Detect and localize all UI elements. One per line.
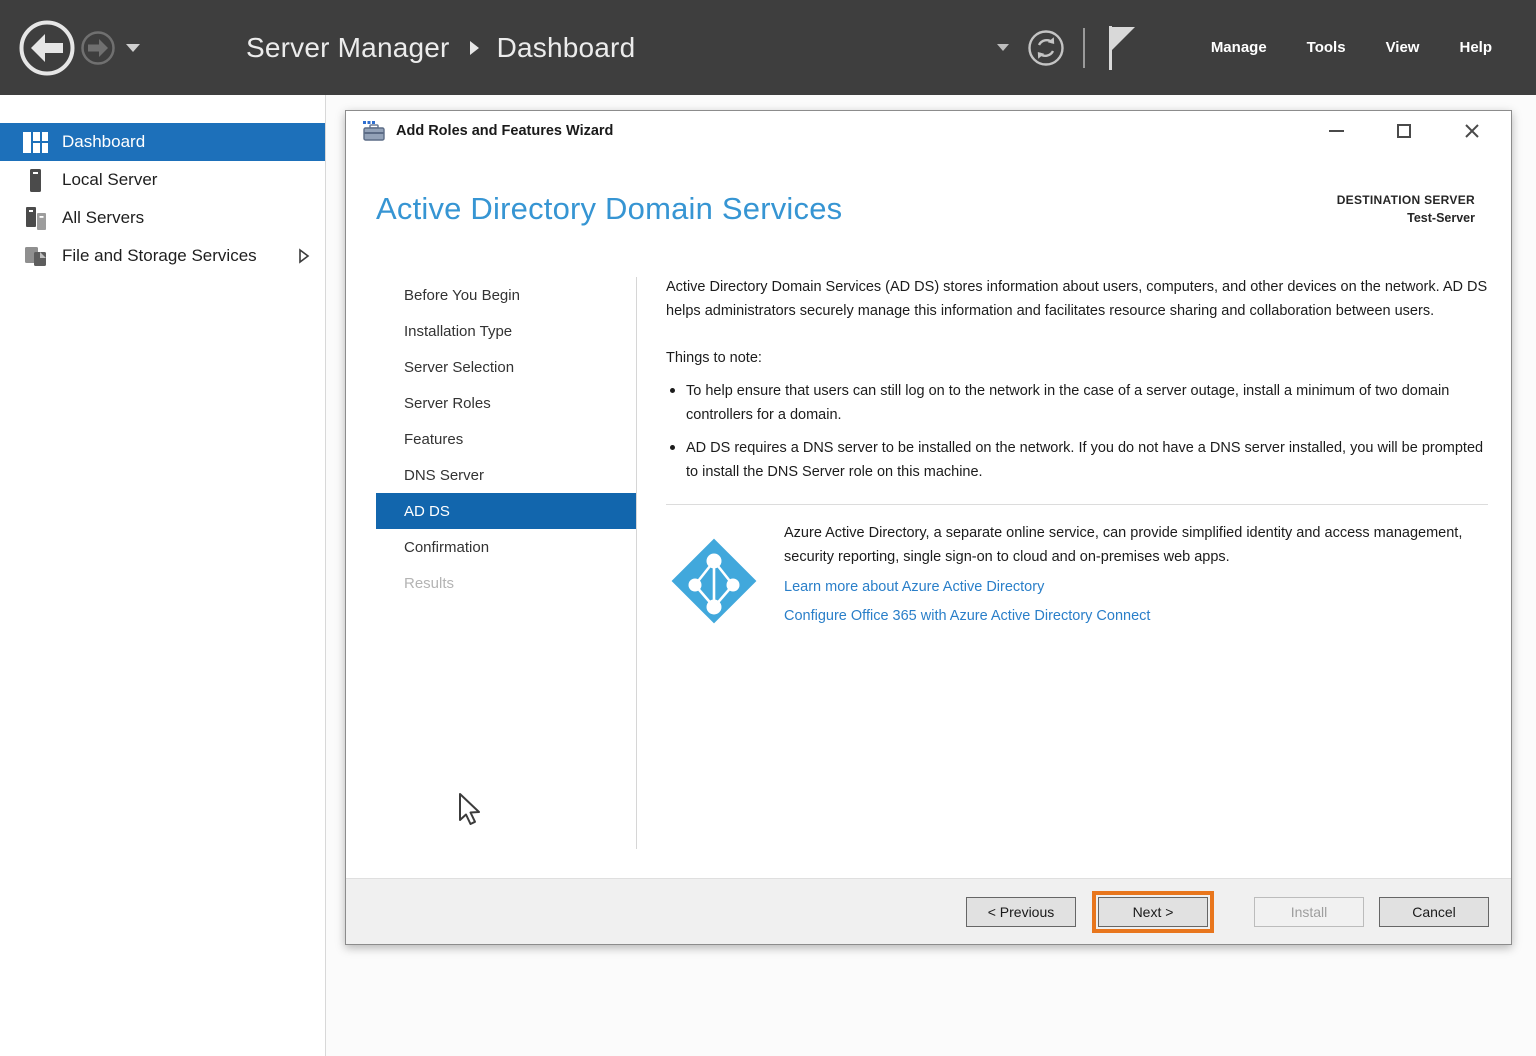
- step-dns-server[interactable]: DNS Server: [376, 457, 636, 493]
- sidebar-item-dashboard[interactable]: Dashboard: [0, 123, 325, 161]
- breadcrumb: Server Manager Dashboard: [246, 32, 635, 64]
- sidebar-item-file-storage-services[interactable]: File and Storage Services: [0, 237, 325, 275]
- content-divider: [666, 504, 1488, 505]
- things-to-note-heading: Things to note:: [666, 346, 1488, 370]
- dialog-footer: < Previous Next > Install Cancel: [346, 878, 1511, 944]
- window-controls: [1285, 116, 1511, 146]
- destination-server-name: Test-Server: [1337, 211, 1475, 225]
- wizard-steps: Before You Begin Installation Type Serve…: [376, 277, 636, 601]
- sidebar-item-local-server[interactable]: Local Server: [0, 161, 325, 199]
- breadcrumb-current: Dashboard: [497, 32, 636, 64]
- minimize-icon[interactable]: [1319, 116, 1353, 146]
- intro-paragraph: Active Directory Domain Services (AD DS)…: [666, 275, 1488, 323]
- step-features[interactable]: Features: [376, 421, 636, 457]
- sidebar: Dashboard Local Server All Servers: [0, 95, 326, 1056]
- topbar-right: Manage Tools View Help: [997, 24, 1536, 72]
- server-manager-screen: Server Manager Dashboard Manage Tools Vi: [0, 0, 1536, 1056]
- sidebar-item-all-servers[interactable]: All Servers: [0, 199, 325, 237]
- next-button-highlight: Next >: [1092, 891, 1214, 933]
- back-icon[interactable]: [18, 19, 76, 77]
- destination-server-label: DESTINATION SERVER: [1337, 193, 1475, 207]
- dialog-body: Before You Begin Installation Type Serve…: [346, 269, 1511, 878]
- destination-server-block: DESTINATION SERVER Test-Server: [1337, 193, 1475, 225]
- sidebar-item-label: Local Server: [62, 170, 157, 190]
- sidebar-item-label: File and Storage Services: [62, 246, 257, 266]
- link-configure-office-365[interactable]: Configure Office 365 with Azure Active D…: [784, 602, 1488, 631]
- breadcrumb-root[interactable]: Server Manager: [246, 32, 450, 64]
- dialog-title: Add Roles and Features Wizard: [396, 123, 613, 139]
- cancel-button[interactable]: Cancel: [1379, 897, 1489, 927]
- wizard-content: Active Directory Domain Services (AD DS)…: [666, 275, 1488, 631]
- nav-cluster: [18, 19, 140, 77]
- azure-texts: Azure Active Directory, a separate onlin…: [784, 521, 1488, 631]
- dashboard-grid-icon: [22, 129, 49, 156]
- step-before-you-begin[interactable]: Before You Begin: [376, 277, 636, 313]
- step-installation-type[interactable]: Installation Type: [376, 313, 636, 349]
- azure-active-directory-icon: [666, 533, 762, 629]
- dialog-header: Active Directory Domain Services DESTINA…: [346, 151, 1511, 269]
- forward-icon[interactable]: [80, 30, 116, 66]
- breadcrumb-separator-icon: [470, 41, 479, 55]
- topbar-divider: [1083, 28, 1085, 68]
- note-item: AD DS requires a DNS server to be instal…: [666, 436, 1488, 484]
- sidebar-list: Dashboard Local Server All Servers: [0, 95, 325, 275]
- notes-list: To help ensure that users can still log …: [666, 379, 1488, 484]
- step-confirmation[interactable]: Confirmation: [376, 529, 636, 565]
- azure-section: Azure Active Directory, a separate onlin…: [666, 521, 1488, 631]
- link-learn-more-azure-ad[interactable]: Learn more about Azure Active Directory: [784, 573, 1488, 602]
- file-storage-icon: [22, 243, 49, 270]
- expand-chevron-icon[interactable]: [297, 248, 311, 264]
- menu-manage[interactable]: Manage: [1211, 29, 1267, 66]
- install-button: Install: [1254, 897, 1364, 927]
- menu-view[interactable]: View: [1386, 29, 1420, 66]
- azure-description: Azure Active Directory, a separate onlin…: [784, 521, 1488, 569]
- sidebar-item-label: Dashboard: [62, 132, 145, 152]
- close-icon[interactable]: [1455, 116, 1489, 146]
- refresh-icon[interactable]: [1027, 29, 1065, 67]
- refresh-caret-icon[interactable]: [997, 44, 1009, 51]
- next-button[interactable]: Next >: [1098, 897, 1208, 927]
- steps-content-divider: [636, 277, 637, 849]
- dialog-titlebar[interactable]: Add Roles and Features Wizard: [346, 111, 1511, 151]
- wizard-toolbox-icon: [362, 120, 386, 142]
- previous-button[interactable]: < Previous: [966, 897, 1076, 927]
- step-results: Results: [376, 565, 636, 601]
- all-servers-icon: [22, 205, 49, 232]
- topbar-menu: Manage Tools View Help: [1171, 29, 1492, 66]
- local-server-icon: [22, 167, 49, 194]
- nav-history-caret-icon[interactable]: [126, 44, 140, 52]
- topbar: Server Manager Dashboard Manage Tools Vi: [0, 0, 1536, 95]
- notifications-flag-icon[interactable]: [1103, 24, 1137, 72]
- note-item: To help ensure that users can still log …: [666, 379, 1488, 427]
- menu-tools[interactable]: Tools: [1307, 29, 1346, 66]
- step-server-selection[interactable]: Server Selection: [376, 349, 636, 385]
- step-server-roles[interactable]: Server Roles: [376, 385, 636, 421]
- sidebar-item-label: All Servers: [62, 208, 144, 228]
- wizard-page-title: Active Directory Domain Services: [376, 191, 842, 227]
- step-ad-ds[interactable]: AD DS: [376, 493, 636, 529]
- add-roles-features-wizard-dialog: Add Roles and Features Wizard Active Dir…: [345, 110, 1512, 945]
- menu-help[interactable]: Help: [1459, 29, 1492, 66]
- maximize-icon[interactable]: [1387, 116, 1421, 146]
